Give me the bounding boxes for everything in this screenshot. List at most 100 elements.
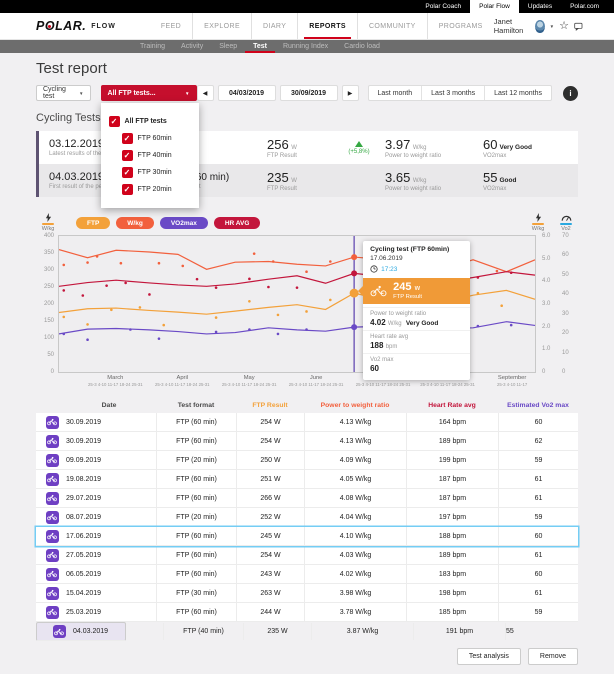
nav-item-community[interactable]: COMMUNITY — [358, 13, 428, 39]
table-row[interactable]: 27.05.2019FTP (60 min)254 W4.03 W/kg189 … — [36, 546, 578, 565]
data-point[interactable] — [248, 300, 251, 303]
data-point[interactable] — [181, 265, 184, 268]
date-from-field[interactable]: 04/03/2019 — [218, 85, 276, 101]
range-button-last-3-months[interactable]: Last 3 months — [422, 86, 485, 100]
checkbox-checked-icon[interactable]: ✓ — [122, 184, 133, 195]
subnav-item-sleep[interactable]: Sleep — [211, 40, 245, 53]
topbar-link-polar-coach[interactable]: Polar Coach — [416, 0, 470, 13]
checkbox-checked-icon[interactable]: ✓ — [122, 167, 133, 178]
data-point[interactable] — [253, 252, 256, 255]
dropdown-item-ftp-20min[interactable]: ✓FTP 20min — [122, 184, 191, 195]
data-point[interactable] — [129, 328, 132, 331]
subnav-item-activity[interactable]: Activity — [173, 40, 211, 53]
nav-item-explore[interactable]: EXPLORE — [193, 13, 252, 39]
data-point[interactable] — [329, 299, 332, 302]
legend-pill-vo2max[interactable]: VO2max — [160, 217, 208, 229]
data-point[interactable] — [296, 286, 299, 289]
data-point[interactable] — [215, 331, 218, 334]
data-point[interactable] — [148, 293, 151, 296]
data-point[interactable] — [267, 286, 270, 289]
data-point[interactable] — [110, 308, 113, 311]
prev-period-button[interactable]: ◀ — [197, 85, 214, 101]
table-row[interactable]: 04.03.2019FTP (40 min)235 W3.87 W/kg191 … — [36, 622, 126, 641]
table-row[interactable]: 06.05.2019FTP (60 min)243 W4.02 W/kg183 … — [36, 565, 578, 584]
checkbox-checked-icon[interactable]: ✓ — [122, 133, 133, 144]
user-name[interactable]: Janet Hamilton — [494, 17, 530, 35]
data-point[interactable] — [196, 278, 199, 281]
data-point[interactable] — [86, 323, 89, 326]
nav-item-feed[interactable]: FEED — [150, 13, 193, 39]
nav-item-diary[interactable]: DIARY — [252, 13, 298, 39]
data-point[interactable] — [215, 316, 218, 319]
right-axis-wkg-toggle[interactable]: W/kg — [526, 213, 550, 232]
chart-plot-area[interactable]: Cycling test (FTP 60min) 17.06.2019 17:2… — [58, 235, 536, 373]
table-row[interactable]: 17.06.2019FTP (60 min)245 W4.10 W/kg188 … — [36, 527, 578, 546]
data-point[interactable] — [158, 262, 161, 265]
topbar-link-updates[interactable]: Updates — [519, 0, 561, 13]
data-point[interactable] — [62, 333, 65, 336]
topbar-link-polar-flow[interactable]: Polar Flow — [470, 0, 519, 13]
data-point[interactable] — [139, 306, 142, 309]
range-button-last-12-months[interactable]: Last 12 months — [485, 86, 551, 100]
table-row[interactable]: 25.03.2019FTP (60 min)244 W3.78 W/kg185 … — [36, 603, 578, 622]
checkbox-checked-icon[interactable]: ✓ — [109, 116, 120, 127]
selected-data-point-hr-avg[interactable] — [351, 270, 357, 276]
data-point[interactable] — [500, 304, 503, 307]
data-point[interactable] — [329, 260, 332, 263]
remove-button[interactable]: Remove — [528, 648, 578, 665]
data-point[interactable] — [162, 324, 165, 327]
nav-item-programs[interactable]: PROGRAMS — [428, 13, 494, 39]
data-point[interactable] — [62, 316, 65, 319]
subnav-item-test[interactable]: Test — [245, 40, 275, 53]
next-period-button[interactable]: ▶ — [342, 85, 359, 101]
avatar[interactable] — [535, 20, 544, 33]
date-to-field[interactable]: 30/09/2019 — [280, 85, 338, 101]
table-row[interactable]: 30.09.2019FTP (60 min)254 W4.13 W/kg164 … — [36, 413, 578, 432]
data-point[interactable] — [215, 286, 218, 289]
subnav-item-cardio-load[interactable]: Cardio load — [336, 40, 388, 53]
legend-pill-w-kg[interactable]: W/kg — [116, 217, 154, 229]
data-point[interactable] — [277, 314, 280, 317]
checkbox-checked-icon[interactable]: ✓ — [122, 150, 133, 161]
dropdown-item-all-ftp-tests[interactable]: ✓All FTP tests — [109, 116, 191, 127]
data-point[interactable] — [477, 325, 480, 328]
left-axis-toggle[interactable]: W/kg — [36, 213, 60, 232]
subnav-item-training[interactable]: Training — [132, 40, 173, 53]
data-point[interactable] — [158, 337, 161, 340]
data-point[interactable] — [272, 260, 275, 263]
data-point[interactable] — [277, 333, 280, 336]
data-point[interactable] — [477, 292, 480, 295]
info-icon[interactable]: i — [563, 86, 578, 101]
table-row[interactable]: 29.07.2019FTP (60 min)266 W4.08 W/kg187 … — [36, 489, 578, 508]
selected-data-point-vo2max[interactable] — [351, 324, 357, 330]
data-point[interactable] — [496, 270, 499, 273]
data-point[interactable] — [510, 271, 513, 274]
data-point[interactable] — [120, 262, 123, 265]
data-point[interactable] — [82, 294, 85, 297]
data-point[interactable] — [248, 328, 251, 331]
range-button-last-month[interactable]: Last month — [369, 86, 423, 100]
selected-data-point-w-kg[interactable] — [351, 254, 357, 260]
subnav-item-running-index[interactable]: Running Index — [275, 40, 336, 53]
data-point[interactable] — [305, 270, 308, 273]
table-row[interactable]: 09.09.2019FTP (20 min)250 W4.09 W/kg199 … — [36, 451, 578, 470]
data-point[interactable] — [105, 284, 108, 287]
data-point[interactable] — [248, 278, 251, 281]
chevron-down-icon[interactable]: ▼ — [550, 24, 554, 29]
chat-bubble-icon[interactable] — [574, 21, 583, 32]
data-point[interactable] — [305, 328, 308, 331]
table-row[interactable]: 08.07.2019FTP (20 min)252 W4.04 W/kg197 … — [36, 508, 578, 527]
table-row[interactable]: 30.09.2019FTP (60 min)254 W4.13 W/kg189 … — [36, 432, 578, 451]
data-point[interactable] — [96, 255, 99, 258]
test-analysis-button[interactable]: Test analysis — [457, 648, 521, 665]
table-row[interactable]: 15.04.2019FTP (30 min)263 W3.98 W/kg198 … — [36, 584, 578, 603]
data-point[interactable] — [86, 338, 89, 341]
topbar-link-polar-com[interactable]: Polar.com — [561, 0, 608, 13]
data-point[interactable] — [477, 276, 480, 279]
dropdown-item-ftp-60min[interactable]: ✓FTP 60min — [122, 133, 191, 144]
right-axis-vo2-toggle[interactable]: Vo2 — [554, 213, 578, 232]
sport-select[interactable]: Cycling test ▼ — [36, 85, 91, 101]
table-row[interactable]: 19.08.2019FTP (60 min)251 W4.05 W/kg187 … — [36, 470, 578, 489]
favorites-star-icon[interactable]: ☆ — [559, 21, 569, 32]
data-point[interactable] — [62, 264, 65, 267]
